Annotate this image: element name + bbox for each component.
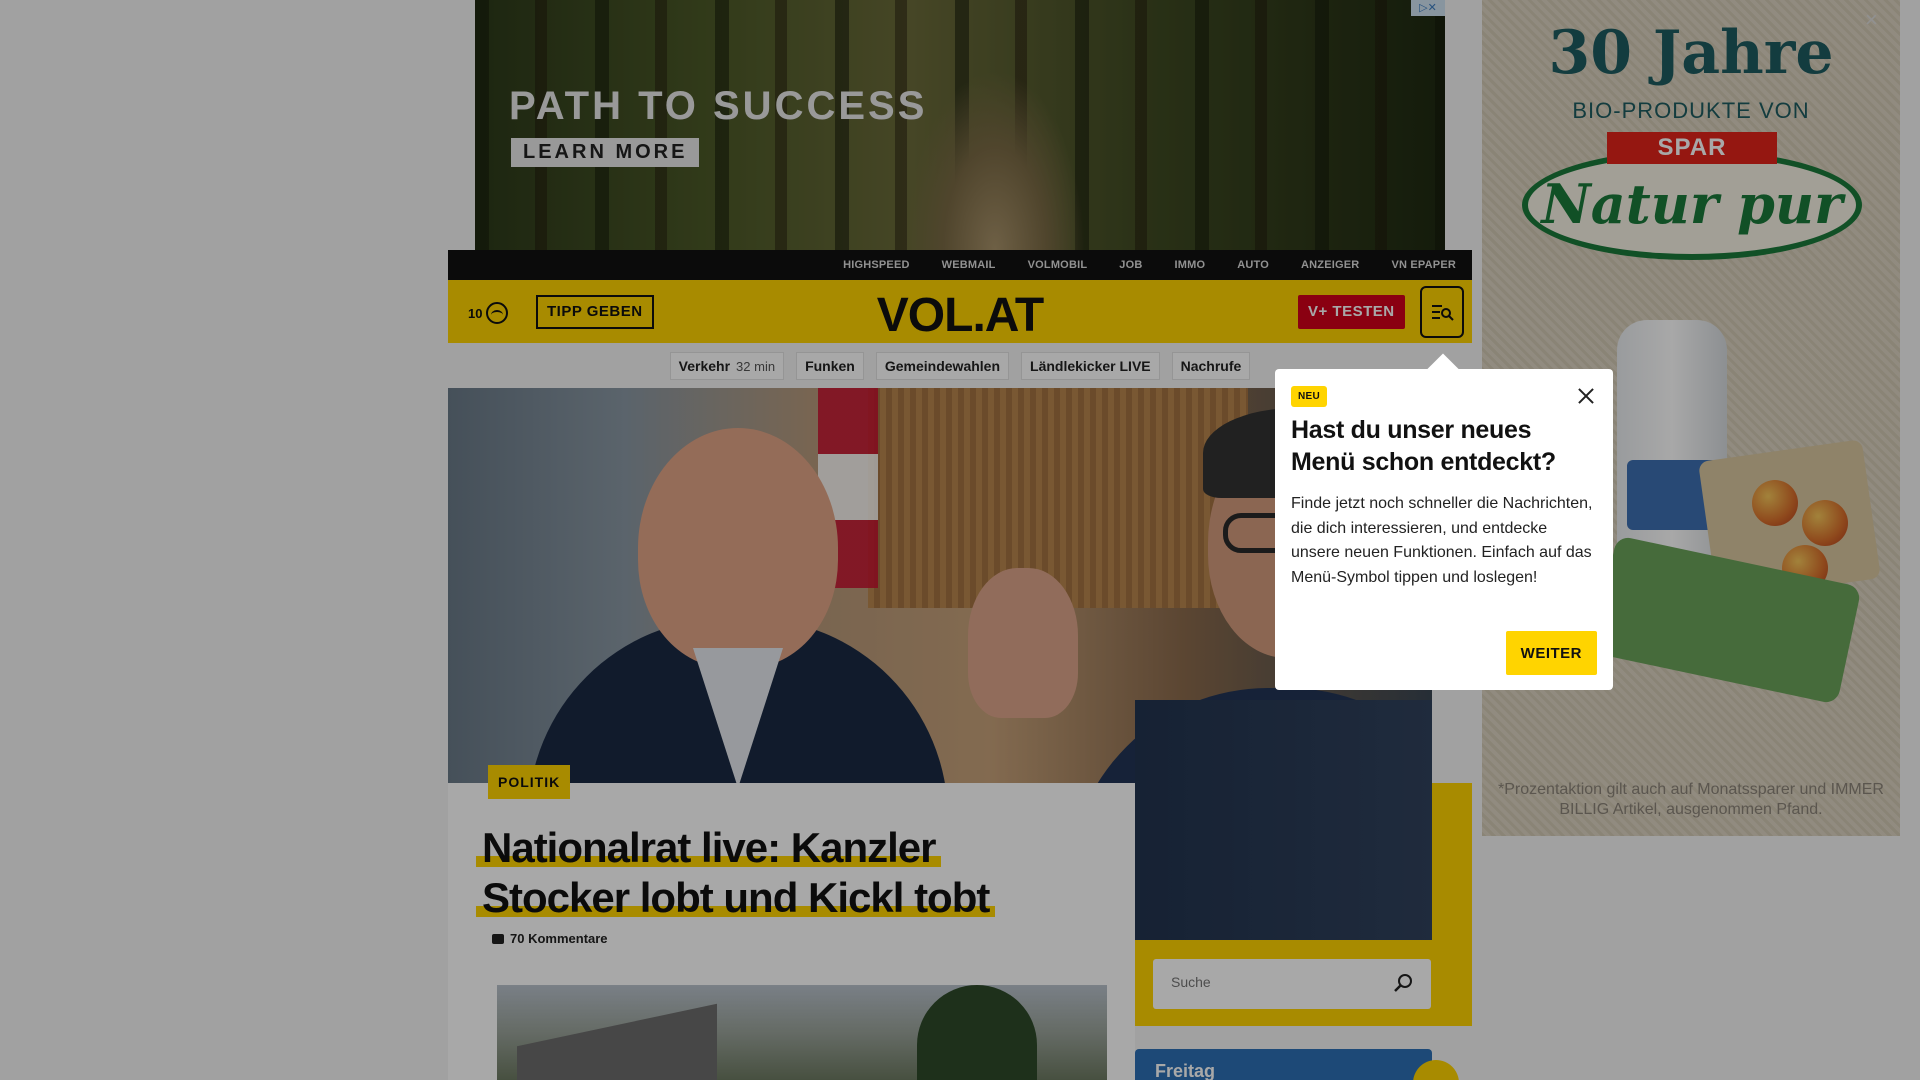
close-icon[interactable] [1575,385,1597,407]
weiter-button[interactable]: WEITER [1505,631,1597,675]
page: PATH TO SUCCESS LEARN MORE ▷✕ 30 Jahre B… [0,0,1920,1080]
popup-title: Hast du unser neues Menü schon entdeckt? [1291,416,1556,476]
popup-body: Finde jetzt noch schneller die Nachricht… [1291,495,1593,586]
new-badge: NEU [1291,386,1328,407]
modal-backdrop[interactable] [0,0,1920,1080]
new-menu-popup: NEU Hast du unser neues Menü schon entde… [1275,369,1613,690]
